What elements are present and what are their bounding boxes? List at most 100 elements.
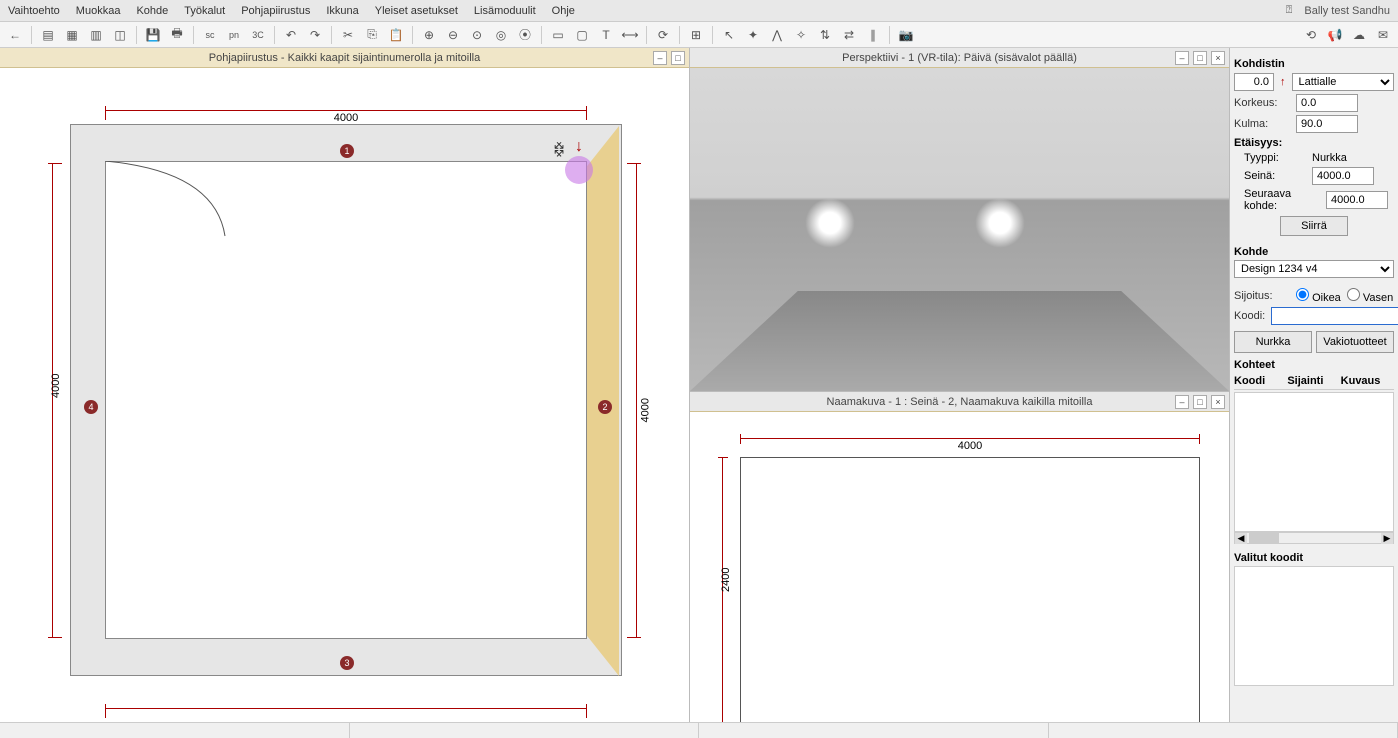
camera-icon[interactable]: 📷 <box>895 24 917 46</box>
save-icon[interactable]: 💾 <box>142 24 164 46</box>
design-select[interactable]: Design 1234 v4 <box>1234 260 1394 278</box>
zoomwin-icon[interactable]: ◎ <box>490 24 512 46</box>
menu-kohde[interactable]: Kohde <box>136 5 168 17</box>
layout2-icon[interactable]: ▦ <box>61 24 83 46</box>
distance-input[interactable] <box>1234 73 1274 91</box>
mail-icon[interactable]: ✉ <box>1372 24 1394 46</box>
zoomout-icon[interactable]: ⊖ <box>442 24 464 46</box>
scroll-right-icon[interactable]: ▶ <box>1381 533 1393 544</box>
text-icon[interactable]: T <box>595 24 617 46</box>
menu-pohjapiirustus[interactable]: Pohjapiirustus <box>241 5 310 17</box>
scroll-thumb[interactable] <box>1249 533 1279 543</box>
plan-max-icon[interactable]: □ <box>671 51 685 65</box>
box-icon[interactable]: ▢ <box>571 24 593 46</box>
grid-icon[interactable]: ⊞ <box>685 24 707 46</box>
elev-max-icon[interactable]: □ <box>1193 395 1207 409</box>
vakiotuotteet-button[interactable]: Vakiotuotteet <box>1316 331 1394 353</box>
print-icon[interactable]: 🖶 <box>166 24 188 46</box>
announce-icon[interactable]: 📢 <box>1324 24 1346 46</box>
pn-icon[interactable]: pn <box>223 24 245 46</box>
list-scrollbar[interactable]: ◀ ▶ <box>1234 532 1394 544</box>
koodi-input[interactable] <box>1271 307 1398 325</box>
arrow-up-icon: ↑ <box>1280 76 1286 88</box>
elevation-canvas[interactable]: 4000 2400 <box>690 412 1229 738</box>
tool-e-icon[interactable]: ⇄ <box>838 24 860 46</box>
persp-title: Perspektiivi - 1 (VR-tila): Päivä (sisäv… <box>842 52 1077 64</box>
korkeus-input[interactable] <box>1296 94 1358 112</box>
pointer-icon[interactable]: ↖ <box>718 24 740 46</box>
sijoitus-oikea-radio[interactable]: Oikea <box>1296 288 1341 304</box>
elev-close-icon[interactable]: × <box>1211 395 1225 409</box>
kulma-input[interactable] <box>1296 115 1358 133</box>
kohde-header: Kohde <box>1234 246 1394 258</box>
dim-right-value: 4000 <box>639 398 651 422</box>
layout4-icon[interactable]: ◫ <box>109 24 131 46</box>
menu-tyokalut[interactable]: Työkalut <box>184 5 225 17</box>
kohteet-list-header: Koodi Sijainti Kuvaus <box>1234 373 1394 390</box>
perspective-floor <box>690 291 1229 391</box>
redo-icon[interactable]: ↷ <box>304 24 326 46</box>
persp-min-icon[interactable]: – <box>1175 51 1189 65</box>
nurkka-button[interactable]: Nurkka <box>1234 331 1312 353</box>
cloud-icon[interactable]: ☁ <box>1348 24 1370 46</box>
layout3-icon[interactable]: ▥ <box>85 24 107 46</box>
paste-icon[interactable]: 📋 <box>385 24 407 46</box>
elevation-wall <box>740 457 1200 732</box>
sc-icon[interactable]: sc <box>199 24 221 46</box>
elev-dim-top-value: 4000 <box>740 440 1200 452</box>
seuraava-input[interactable] <box>1326 191 1388 209</box>
zoomfit-icon[interactable]: ⊙ <box>466 24 488 46</box>
menu-ikkuna[interactable]: Ikkuna <box>326 5 358 17</box>
elev-min-icon[interactable]: – <box>1175 395 1189 409</box>
perspective-canvas[interactable] <box>690 68 1229 392</box>
distance-select[interactable]: Lattialle <box>1292 73 1395 91</box>
measure-icon[interactable]: ⟷ <box>619 24 641 46</box>
refresh-icon[interactable]: ⟲ <box>1300 24 1322 46</box>
tool-f-icon[interactable]: ∥ <box>862 24 884 46</box>
valitut-header: Valitut koodit <box>1234 552 1394 564</box>
menubar: Vaihtoehto Muokkaa Kohde Työkalut Pohjap… <box>0 0 1398 22</box>
tool-d-icon[interactable]: ⇅ <box>814 24 836 46</box>
col-sijainti: Sijainti <box>1287 375 1340 387</box>
rotate-icon[interactable]: ⟳ <box>652 24 674 46</box>
zoomall-icon[interactable]: ⦿ <box>514 24 536 46</box>
menu-yleiset[interactable]: Yleiset asetukset <box>375 5 458 17</box>
sijoitus-vasen-radio[interactable]: Vasen <box>1347 288 1393 304</box>
tool-b-icon[interactable]: ⋀ <box>766 24 788 46</box>
persp-close-icon[interactable]: × <box>1211 51 1225 65</box>
tool-c-icon[interactable]: ✧ <box>790 24 812 46</box>
cut-icon[interactable]: ✂ <box>337 24 359 46</box>
rect-icon[interactable]: ▭ <box>547 24 569 46</box>
col-koodi: Koodi <box>1234 375 1287 387</box>
menu-lisamoduulit[interactable]: Lisämoduulit <box>474 5 536 17</box>
koodi-label: Koodi: <box>1234 310 1265 322</box>
menu-vaihtoehto[interactable]: Vaihtoehto <box>8 5 60 17</box>
tool-a-icon[interactable]: ✦ <box>742 24 764 46</box>
wall-badge-1[interactable]: 1 <box>340 144 354 158</box>
kulma-label: Kulma: <box>1234 118 1290 130</box>
siirra-button[interactable]: Siirrä <box>1280 216 1348 236</box>
menu-ohje[interactable]: Ohje <box>552 5 575 17</box>
scroll-left-icon[interactable]: ◀ <box>1235 533 1247 544</box>
status-bar <box>0 722 1398 738</box>
copy-icon[interactable]: ⎘ <box>361 24 383 46</box>
plan-canvas[interactable]: 4000 4000 4000 4000 1 2 3 4 ↖ ↗ ↙ ↘ ↓ <box>0 68 689 738</box>
place-cursor[interactable]: ↖ ↗ ↙ ↘ ↓ <box>555 138 603 186</box>
wall-badge-4[interactable]: 4 <box>84 400 98 414</box>
kohteet-list[interactable] <box>1234 392 1394 532</box>
menu-muokkaa[interactable]: Muokkaa <box>76 5 121 17</box>
help-icon[interactable]: ⍰ <box>1286 4 1293 17</box>
down-arrow-icon: ↓ <box>575 138 583 156</box>
plan-min-icon[interactable]: – <box>653 51 667 65</box>
undo-icon[interactable]: ↶ <box>280 24 302 46</box>
wall-badge-2[interactable]: 2 <box>598 400 612 414</box>
dim-line-bottom <box>105 704 587 718</box>
seina-input[interactable] <box>1312 167 1374 185</box>
zoomin-icon[interactable]: ⊕ <box>418 24 440 46</box>
layout1-icon[interactable]: ▤ <box>37 24 59 46</box>
wall-badge-3[interactable]: 3 <box>340 656 354 670</box>
valitut-list[interactable] <box>1234 566 1394 686</box>
3c-icon[interactable]: 3C <box>247 24 269 46</box>
back-icon[interactable]: ← <box>4 24 26 46</box>
persp-max-icon[interactable]: □ <box>1193 51 1207 65</box>
